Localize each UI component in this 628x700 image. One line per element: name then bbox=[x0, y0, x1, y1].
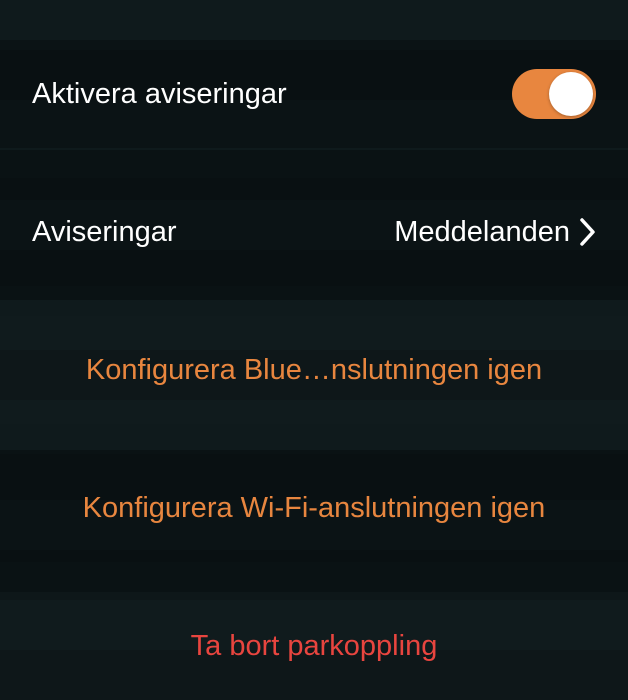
row-enable-notifications: Aktivera aviseringar bbox=[0, 40, 628, 148]
enable-notifications-label: Aktivera aviseringar bbox=[32, 78, 287, 111]
enable-notifications-toggle[interactable] bbox=[512, 69, 596, 119]
notifications-label: Aviseringar bbox=[32, 216, 177, 249]
chevron-right-icon bbox=[580, 218, 596, 246]
notifications-value: Meddelanden bbox=[394, 216, 570, 249]
row-spacer-4 bbox=[0, 562, 628, 592]
top-spacer bbox=[0, 0, 628, 40]
row-spacer-1 bbox=[0, 148, 628, 178]
row-notifications[interactable]: Aviseringar Meddelanden bbox=[0, 178, 628, 286]
reconfigure-bluetooth-label: Konfigurera Blue…nslutningen igen bbox=[86, 354, 542, 387]
notifications-value-wrap: Meddelanden bbox=[177, 216, 596, 249]
toggle-knob bbox=[549, 72, 593, 116]
action-unpair[interactable]: Ta bort parkoppling bbox=[0, 592, 628, 700]
unpair-label: Ta bort parkoppling bbox=[191, 630, 438, 663]
action-reconfigure-wifi[interactable]: Konfigurera Wi-Fi-anslutningen igen bbox=[0, 454, 628, 562]
settings-list: Aktivera aviseringar Aviseringar Meddela… bbox=[0, 0, 628, 700]
row-spacer-3 bbox=[0, 424, 628, 454]
reconfigure-wifi-label: Konfigurera Wi-Fi-anslutningen igen bbox=[83, 492, 546, 525]
action-reconfigure-bluetooth[interactable]: Konfigurera Blue…nslutningen igen bbox=[0, 316, 628, 424]
row-spacer-2 bbox=[0, 286, 628, 316]
